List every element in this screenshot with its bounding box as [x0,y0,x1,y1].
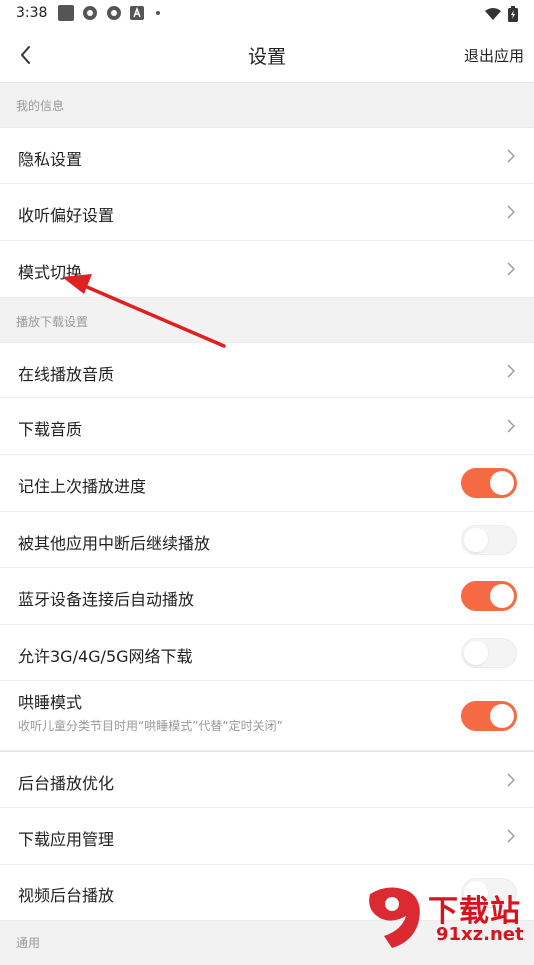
watermark-url: 91xz.net [436,924,524,945]
row-label: 模式切换 [18,263,83,282]
settings-row-mode-switch[interactable]: 模式切换 [0,241,534,298]
chevron-right-icon [507,149,515,163]
status-time: 3:38 [16,5,48,21]
settings-row-bluetooth-autoplay: 蓝牙设备连接后自动播放 [0,568,534,625]
status-system-icons [484,6,518,22]
settings-row-sleep-mode: 哄睡模式 收听儿童分类节目时用“哄睡模式”代替“定时关闭” [0,681,534,751]
settings-row-download-quality[interactable]: 下载音质 [0,398,534,455]
notification-a-icon [130,6,144,20]
row-subtitle: 收听儿童分类节目时用“哄睡模式”代替“定时关闭” [18,719,283,733]
settings-row-online-quality[interactable]: 在线播放音质 [0,342,534,398]
section-header-my-info: 我的信息 [16,99,65,113]
toggle-knob [490,471,514,495]
row-label: 记住上次播放进度 [18,477,147,496]
wifi-icon [485,8,501,20]
notification-aperture-icon-2 [107,6,121,20]
settings-row-allow-mobile-download: 允许3G/4G/5G网络下载 [0,625,534,681]
settings-row-background-optimize[interactable]: 后台播放优化 [0,751,534,808]
row-label: 允许3G/4G/5G网络下载 [18,647,193,666]
allow-mobile-download-toggle[interactable] [461,638,517,668]
toggle-knob [464,528,488,552]
row-label: 下载应用管理 [18,830,115,849]
settings-row-privacy[interactable]: 隐私设置 [0,127,534,184]
settings-row-listen-preference[interactable]: 收听偏好设置 [0,184,534,241]
notification-more-icon [156,11,160,15]
page-title: 设置 [247,46,286,68]
section-header-play-download: 播放下载设置 [16,315,89,329]
row-label: 在线播放音质 [18,365,115,384]
row-label: 被其他应用中断后继续播放 [18,534,211,553]
resume-after-interrupt-toggle[interactable] [461,525,517,555]
row-label: 收听偏好设置 [18,206,115,225]
chevron-right-icon [507,829,515,843]
bluetooth-autoplay-toggle[interactable] [461,581,517,611]
chevron-right-icon [507,419,515,433]
settings-row-resume-after-interrupt: 被其他应用中断后继续播放 [0,512,534,568]
top-navigation-bar: 设置 退出应用 [0,28,534,83]
settings-row-remember-progress: 记住上次播放进度 [0,455,534,512]
row-label: 隐私设置 [18,150,83,169]
row-label: 蓝牙设备连接后自动播放 [18,590,195,609]
chevron-right-icon [507,205,515,219]
toggle-knob [464,641,488,665]
status-notification-icons [58,5,160,21]
toggle-knob [490,704,514,728]
status-bar: 3:38 [0,0,534,28]
sleep-mode-toggle[interactable] [461,701,517,731]
settings-row-download-app-manage[interactable]: 下载应用管理 [0,808,534,865]
remember-progress-toggle[interactable] [461,468,517,498]
exit-app-button[interactable]: 退出应用 [464,45,524,66]
battery-icon [508,6,518,22]
toggle-knob [490,584,514,608]
notification-aperture-icon [83,6,97,20]
row-label: 下载音质 [18,420,83,439]
notification-square-icon [58,5,74,21]
row-label: 后台播放优化 [18,774,115,793]
chevron-right-icon [507,262,515,276]
row-label: 视频后台播放 [18,886,115,905]
row-label: 哄睡模式 [18,693,83,712]
chevron-right-icon [507,773,515,787]
chevron-right-icon [507,364,515,378]
